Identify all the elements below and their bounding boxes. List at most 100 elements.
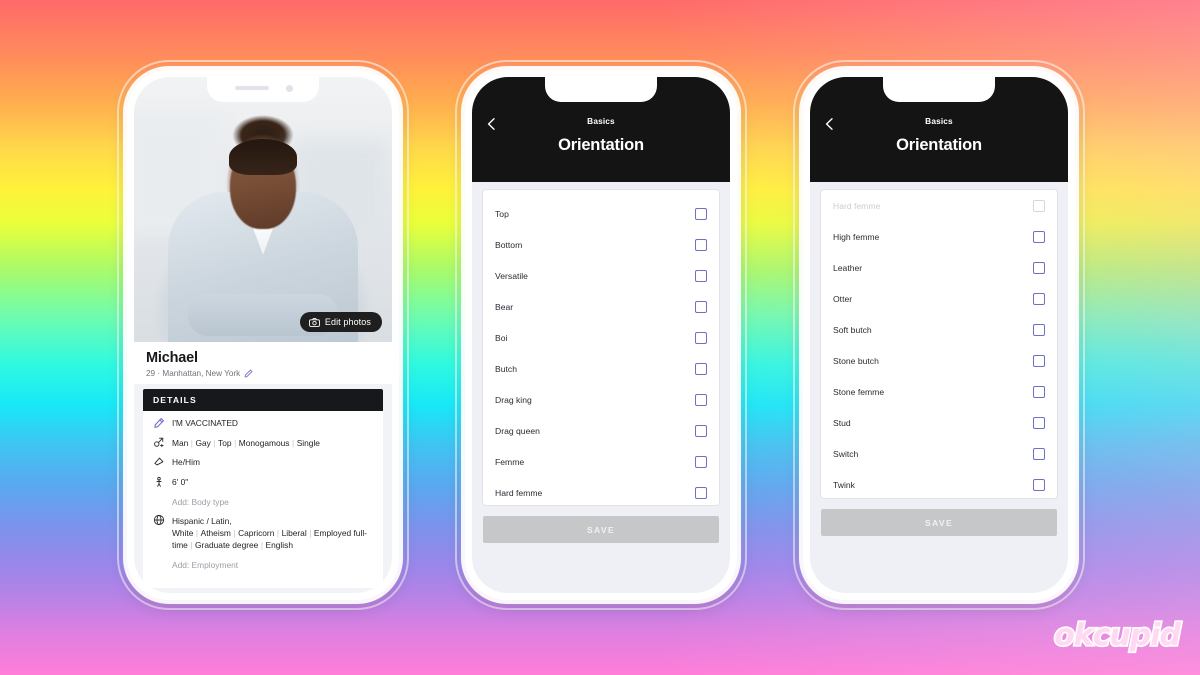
- checkbox-icon[interactable]: [695, 207, 707, 220]
- orientation-option-label: Twink: [833, 479, 855, 490]
- checkbox-icon[interactable]: [1033, 447, 1045, 460]
- detail-row-add-body-type[interactable]: Add: Body type: [153, 496, 373, 508]
- detail-row-pronouns[interactable]: He/Him: [153, 456, 373, 468]
- checkbox-icon[interactable]: [695, 300, 707, 313]
- checkbox-icon[interactable]: [695, 362, 707, 375]
- orientation-option-row[interactable]: Twink: [833, 469, 1045, 498]
- details-card: DETAILS I'M VACCINATED Man | Gay | Top |…: [143, 389, 383, 589]
- megaphone-icon: [153, 456, 165, 468]
- orientation-option-row[interactable]: Hard femme: [833, 190, 1045, 221]
- orientation-options-card[interactable]: Top Bottom Versatile Bear Boi Butch Drag king D…: [483, 190, 719, 505]
- checkbox-icon[interactable]: [1033, 385, 1045, 398]
- detail-row-text: Man | Gay | Top | Monogamous | Single: [172, 437, 320, 448]
- orientation-option-row[interactable]: Otter: [833, 283, 1045, 314]
- orientation-option-label: Femme: [495, 456, 525, 467]
- orientation-option-row[interactable]: Drag king: [495, 384, 707, 415]
- detail-row-text: Hispanic / Latin, White | Atheism | Capricor…: [172, 515, 367, 551]
- detail-row-background[interactable]: Hispanic / Latin, White | Atheism | Capricor…: [153, 515, 373, 552]
- earpiece-speaker: [235, 86, 269, 90]
- app-header: Basics Orientation: [810, 77, 1068, 182]
- orientation-option-label: Butch: [495, 363, 517, 374]
- checkbox-icon[interactable]: [1033, 230, 1045, 243]
- page-title: Orientation: [558, 136, 644, 154]
- checkbox-icon[interactable]: [1033, 416, 1045, 429]
- gender-icon: [153, 436, 165, 448]
- orientation-option-label: Drag queen: [495, 425, 540, 436]
- orientation-option-row[interactable]: Soft butch: [833, 314, 1045, 345]
- height-icon: [153, 476, 165, 488]
- page-title: Orientation: [896, 136, 982, 154]
- globe-icon: [153, 514, 165, 526]
- detail-row-text: Add: Body type: [172, 496, 229, 507]
- orientation-option-row[interactable]: Stone butch: [833, 345, 1045, 376]
- phone-screen-profile: Edit photos Michael 29 · Manhattan, New …: [134, 77, 392, 593]
- save-button[interactable]: SAVE: [821, 509, 1057, 536]
- orientation-option-row[interactable]: Butch: [495, 353, 707, 384]
- orientation-option-row[interactable]: Femme: [495, 446, 707, 477]
- orientation-options-card[interactable]: Hard femme High femme Leather Otter Soft but…: [821, 190, 1057, 498]
- profile-meta: 29 · Manhattan, New York: [146, 369, 380, 378]
- orientation-option-row[interactable]: Leather: [833, 252, 1045, 283]
- photo-subject-hair: [229, 139, 297, 176]
- orientation-option-label: High femme: [833, 231, 880, 242]
- header-eyebrow: Basics: [587, 116, 615, 126]
- detail-row-identity[interactable]: Man | Gay | Top | Monogamous | Single: [153, 437, 373, 449]
- phone-body: Edit photos Michael 29 · Manhattan, New …: [127, 70, 399, 600]
- orientation-option-row[interactable]: Hard femme: [495, 477, 707, 505]
- okcupid-logo: okcupid: [1052, 616, 1182, 654]
- checkbox-icon[interactable]: [695, 331, 707, 344]
- phone-body: Basics Orientation Top Bottom Versatile Bea…: [465, 70, 737, 600]
- checkbox-icon[interactable]: [1033, 292, 1045, 305]
- orientation-list-area: Top Bottom Versatile Bear Boi Butch Drag king D…: [472, 182, 730, 505]
- orientation-option-row[interactable]: Stud: [833, 407, 1045, 438]
- phone-mockup-orientation-scrolled: Basics Orientation Hard femme High femme L…: [793, 60, 1085, 610]
- orientation-option-row[interactable]: Boi: [495, 322, 707, 353]
- checkbox-icon[interactable]: [695, 455, 707, 468]
- orientation-option-label: Stone butch: [833, 355, 879, 366]
- details-section: DETAILS I'M VACCINATED Man | Gay | Top |…: [134, 384, 392, 593]
- phone-notch: [545, 77, 657, 102]
- checkbox-icon[interactable]: [1033, 478, 1045, 491]
- orientation-option-row[interactable]: Versatile: [495, 260, 707, 291]
- orientation-option-row[interactable]: Bottom: [495, 229, 707, 260]
- orientation-option-row[interactable]: Switch: [833, 438, 1045, 469]
- checkbox-icon[interactable]: [695, 424, 707, 437]
- marketing-screenshot-stage: Edit photos Michael 29 · Manhattan, New …: [0, 0, 1200, 675]
- checkbox-icon[interactable]: [1033, 354, 1045, 367]
- orientation-option-label: Otter: [833, 293, 853, 304]
- save-button[interactable]: SAVE: [483, 516, 719, 543]
- checkbox-icon[interactable]: [1033, 199, 1045, 212]
- checkbox-icon[interactable]: [695, 238, 707, 251]
- detail-row-height[interactable]: 6' 0": [153, 476, 373, 488]
- orientation-option-row[interactable]: Drag queen: [495, 415, 707, 446]
- detail-row-vaccinated[interactable]: I'M VACCINATED: [153, 417, 373, 429]
- phone-mockup-orientation-top: Basics Orientation Top Bottom Versatile Bea…: [455, 60, 747, 610]
- checkbox-icon[interactable]: [1033, 261, 1045, 274]
- phone-body: Basics Orientation Hard femme High femme L…: [803, 70, 1075, 600]
- profile-name: Michael: [146, 350, 198, 366]
- orientation-option-label: Versatile: [495, 270, 528, 281]
- orientation-option-row[interactable]: Bear: [495, 291, 707, 322]
- app-header: Basics Orientation: [472, 77, 730, 182]
- orientation-option-row[interactable]: High femme: [833, 221, 1045, 252]
- chevron-left-icon[interactable]: [485, 117, 499, 131]
- chevron-left-icon[interactable]: [823, 117, 837, 131]
- checkbox-icon[interactable]: [695, 486, 707, 499]
- orientation-option-row[interactable]: Top: [495, 198, 707, 229]
- checkbox-icon[interactable]: [695, 269, 707, 282]
- orientation-option-label: Stone femme: [833, 386, 885, 397]
- orientation-option-label: Leather: [833, 262, 863, 273]
- orientation-option-label: Bear: [495, 301, 514, 312]
- orientation-option-label: Stud: [833, 417, 851, 428]
- checkbox-icon[interactable]: [1033, 323, 1045, 336]
- orientation-option-row[interactable]: Stone femme: [833, 376, 1045, 407]
- orientation-option-label: Hard femme: [495, 487, 543, 498]
- detail-row-text: I'M VACCINATED: [172, 418, 238, 428]
- checkbox-icon[interactable]: [695, 393, 707, 406]
- edit-photos-button[interactable]: Edit photos: [299, 312, 382, 332]
- detail-row-add-employment[interactable]: Add: Employment: [153, 559, 373, 571]
- profile-photo[interactable]: Edit photos: [134, 77, 392, 342]
- orientation-option-label: Drag king: [495, 394, 532, 405]
- pencil-icon[interactable]: [244, 369, 253, 378]
- orientation-option-label: Switch: [833, 448, 859, 459]
